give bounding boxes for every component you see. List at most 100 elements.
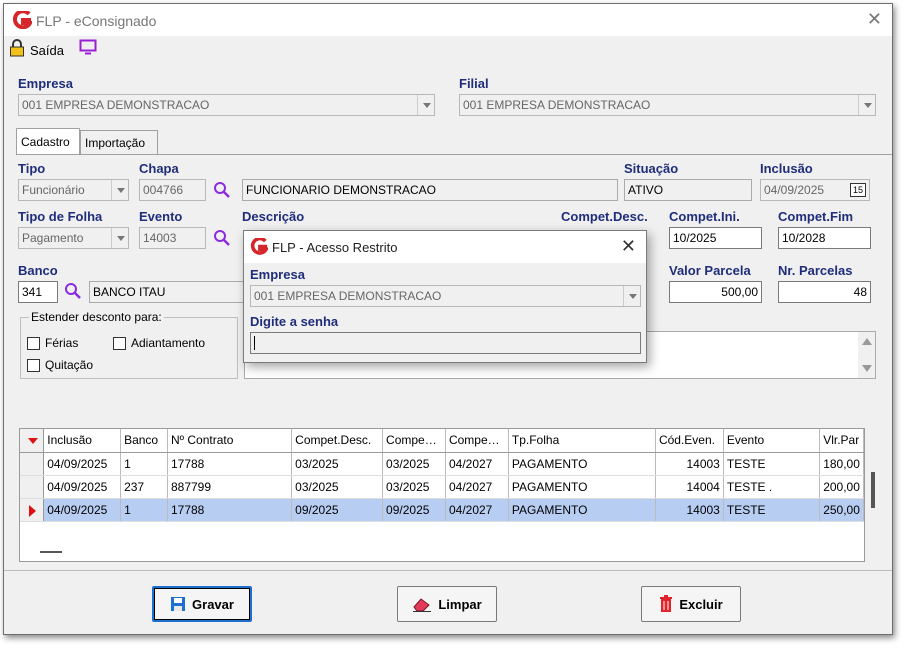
tab-cadastro[interactable]: Cadastro (16, 128, 80, 154)
saida-button[interactable]: Saída (30, 43, 64, 58)
contracts-grid: Inclusão Banco Nº Contrato Compet.Desc. … (19, 428, 865, 562)
col-compet-fim[interactable]: Compe… (445, 429, 509, 453)
senha-input[interactable] (250, 332, 641, 354)
cell-tp-folha[interactable]: PAGAMENTO (508, 475, 656, 499)
senha-label: Digite a senha (250, 314, 339, 329)
window-title: FLP - eConsignado (36, 13, 157, 29)
cell-banco[interactable]: 1 (120, 498, 168, 522)
cell-evento[interactable]: TESTE (723, 498, 821, 522)
cell-banco[interactable]: 237 (120, 475, 168, 499)
grid-scroll-thumb[interactable] (871, 472, 875, 508)
estender-title: Estender desconto para: (29, 310, 164, 324)
cell-vlr-par[interactable]: 250,00 (819, 498, 864, 522)
cell-vlr-par[interactable]: 180,00 (819, 452, 864, 476)
compet-ini-input[interactable]: 10/2025 (669, 227, 762, 249)
empresa-select[interactable]: 001 EMPRESA DEMONSTRACAO (18, 94, 435, 116)
valor-parcela-input[interactable]: 500,00 (669, 281, 762, 303)
situacao-label: Situação (624, 161, 679, 176)
cell-inclusao[interactable]: 04/09/2025 (43, 498, 122, 522)
row-indicator[interactable] (20, 498, 45, 522)
calendar-icon[interactable]: 15 (850, 183, 866, 197)
monitor-icon[interactable] (79, 39, 97, 55)
cell-vlr-par[interactable]: 200,00 (819, 475, 864, 499)
search-icon[interactable] (213, 181, 231, 199)
cell-contrato[interactable]: 887799 (167, 475, 293, 499)
cell-compet-fim[interactable]: 04/2027 (445, 452, 509, 476)
table-row-selected[interactable]: 04/09/2025 1 17788 09/2025 09/2025 04/20… (20, 498, 864, 522)
cell-banco[interactable]: 1 (120, 452, 168, 476)
table-header: Inclusão Banco Nº Contrato Compet.Desc. … (20, 429, 864, 453)
nr-parcelas-label: Nr. Parcelas (778, 263, 853, 278)
scroll-down-icon[interactable] (862, 365, 872, 372)
chevron-down-icon[interactable] (623, 286, 640, 306)
cell-evento[interactable]: TESTE . (723, 475, 821, 499)
inclusao-date[interactable]: 04/09/2025 15 (760, 179, 870, 201)
gravar-label: Gravar (192, 596, 234, 612)
col-vlr-par[interactable]: Vlr.Par (819, 429, 864, 453)
cell-cod-even[interactable]: 14004 (655, 475, 724, 499)
compet-fim-input[interactable]: 10/2028 (778, 227, 871, 249)
dialog-empresa-select[interactable]: 001 EMPRESA DEMONSTRACAO (250, 285, 641, 307)
col-evento[interactable]: Evento (723, 429, 821, 453)
excluir-button[interactable]: Excluir (641, 586, 741, 622)
window-close-button[interactable]: ✕ (867, 10, 882, 28)
nr-parcelas-input[interactable]: 48 (778, 281, 871, 303)
row-indicator[interactable] (20, 452, 45, 476)
cell-tp-folha[interactable]: PAGAMENTO (508, 498, 656, 522)
sort-arrow-icon (28, 438, 38, 444)
cell-compet-ini[interactable]: 03/2025 (382, 452, 446, 476)
chapa-input[interactable]: 004766 (139, 179, 206, 201)
cell-tp-folha[interactable]: PAGAMENTO (508, 452, 656, 476)
memo-scrollbar[interactable] (858, 332, 875, 378)
filial-label: Filial (459, 76, 489, 91)
lock-icon[interactable] (9, 39, 25, 57)
cell-inclusao[interactable]: 04/09/2025 (43, 452, 122, 476)
scroll-up-icon[interactable] (862, 338, 872, 345)
chevron-down-icon[interactable] (111, 180, 128, 200)
cell-compet-fim[interactable]: 04/2027 (445, 475, 509, 499)
cell-evento[interactable]: TESTE (723, 452, 821, 476)
tipo-folha-label: Tipo de Folha (18, 209, 103, 224)
cell-cod-even[interactable]: 14003 (655, 452, 724, 476)
col-tp-folha[interactable]: Tp.Folha (508, 429, 656, 453)
adiantamento-checkbox[interactable] (113, 337, 126, 350)
table-row[interactable]: 04/09/2025 237 887799 03/2025 03/2025 04… (20, 475, 864, 499)
ferias-label: Férias (45, 336, 79, 350)
cell-compet-fim[interactable]: 04/2027 (445, 498, 509, 522)
row-indicator[interactable] (20, 475, 45, 499)
chevron-down-icon[interactable] (111, 228, 128, 248)
gravar-button[interactable]: Gravar (152, 586, 252, 622)
tipo-select[interactable]: Funcionário (18, 179, 129, 201)
dialog-close-button[interactable]: ✕ (621, 236, 636, 257)
col-compet-ini[interactable]: Compe… (382, 429, 446, 453)
cell-compet-desc[interactable]: 03/2025 (291, 475, 384, 499)
search-icon[interactable] (64, 282, 82, 300)
ferias-checkbox[interactable] (27, 337, 40, 350)
col-compet-desc[interactable]: Compet.Desc. (291, 429, 384, 453)
cell-compet-desc[interactable]: 09/2025 (291, 498, 384, 522)
quitacao-checkbox[interactable] (27, 359, 40, 372)
tipo-folha-select[interactable]: Pagamento (18, 227, 129, 249)
cell-contrato[interactable]: 17788 (167, 498, 293, 522)
table-row[interactable]: 04/09/2025 1 17788 03/2025 03/2025 04/20… (20, 452, 864, 476)
limpar-button[interactable]: Limpar (397, 586, 497, 622)
cell-compet-desc[interactable]: 03/2025 (291, 452, 384, 476)
col-contrato[interactable]: Nº Contrato (167, 429, 293, 453)
grid-scrollbar[interactable] (865, 428, 882, 562)
banco-code-input[interactable]: 341 (18, 281, 58, 303)
cell-compet-ini[interactable]: 03/2025 (382, 475, 446, 499)
col-banco[interactable]: Banco (120, 429, 168, 453)
evento-input[interactable]: 14003 (139, 227, 206, 249)
cell-inclusao[interactable]: 04/09/2025 (43, 475, 122, 499)
col-cod-even[interactable]: Cód.Even. (655, 429, 724, 453)
cell-cod-even[interactable]: 14003 (655, 498, 724, 522)
cell-compet-ini[interactable]: 09/2025 (382, 498, 446, 522)
tipo-folha-value: Pagamento (22, 231, 84, 245)
search-icon[interactable] (213, 229, 231, 247)
chevron-down-icon[interactable] (417, 95, 434, 115)
col-inclusao[interactable]: Inclusão (43, 429, 122, 453)
tab-importacao[interactable]: Importação (80, 130, 158, 154)
filial-select[interactable]: 001 EMPRESA DEMONSTRACAO (459, 94, 876, 116)
cell-contrato[interactable]: 17788 (167, 452, 293, 476)
chevron-down-icon[interactable] (858, 95, 875, 115)
